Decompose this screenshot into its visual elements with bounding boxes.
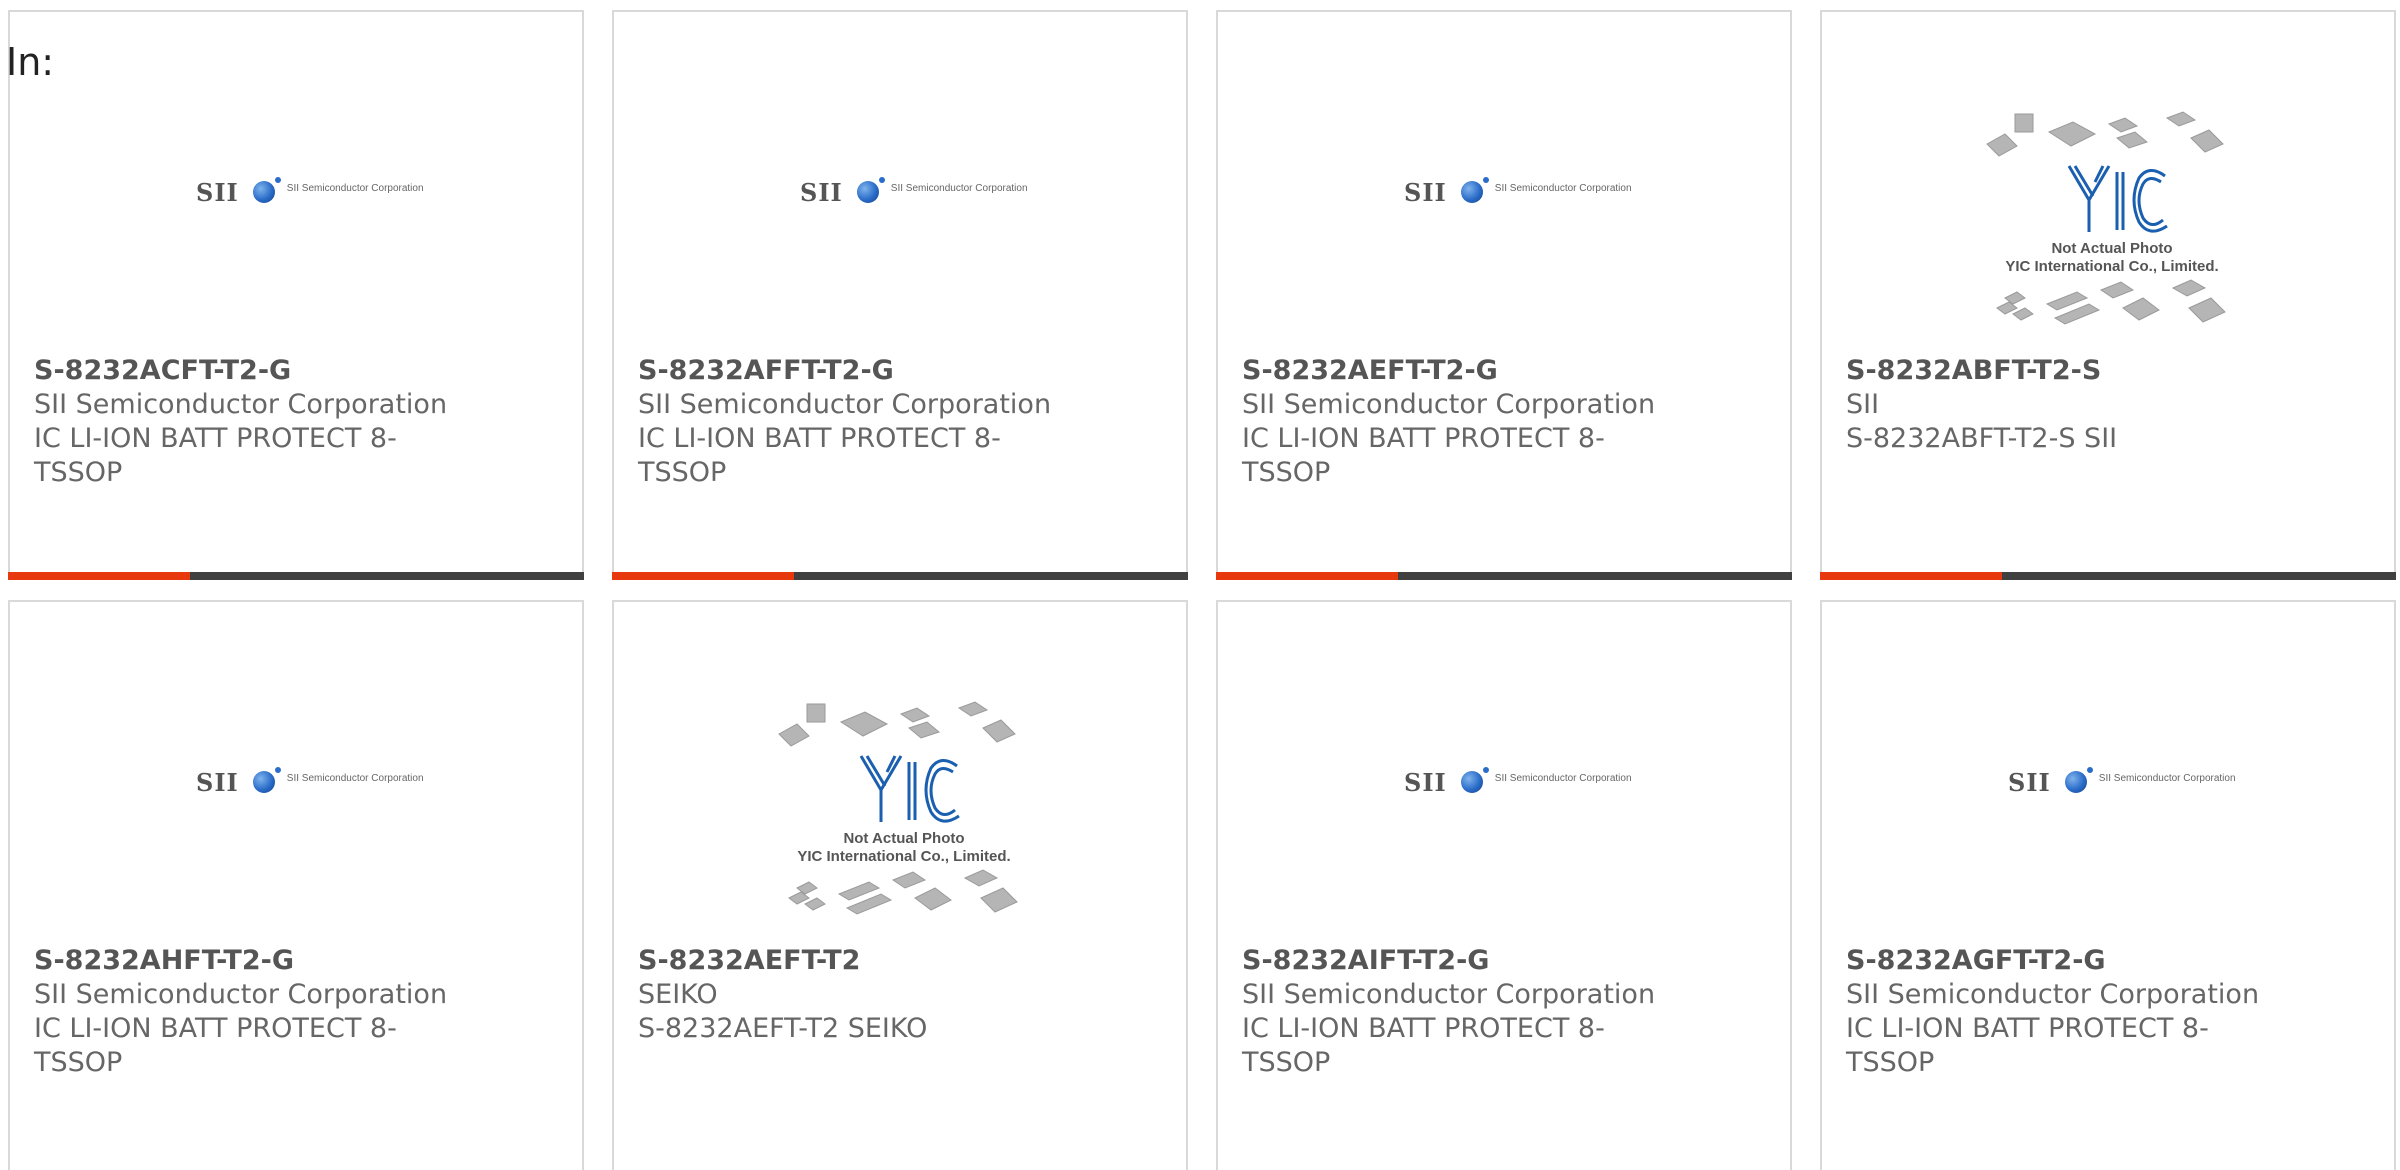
sii-logo: SII SII Semiconductor Corporation bbox=[1404, 177, 1632, 207]
card-accent-bar bbox=[8, 572, 190, 580]
description-line1: IC LI-ION BATT PROTECT 8- bbox=[1242, 423, 1605, 454]
globe-icon bbox=[2064, 767, 2093, 793]
description-line1: IC LI-ION BATT PROTECT 8- bbox=[1846, 1013, 2209, 1044]
globe-icon bbox=[252, 767, 281, 793]
product-card[interactable]: SII SII Semiconductor Corporation S-8232… bbox=[8, 600, 584, 1170]
product-card[interactable]: SII SII Semiconductor Corporation S-8232… bbox=[1216, 600, 1792, 1170]
sii-logo: SII SII Semiconductor Corporation bbox=[800, 177, 1028, 207]
card-accent-bar bbox=[612, 572, 794, 580]
manufacturer: SII Semiconductor Corporation bbox=[638, 389, 1052, 420]
part-number-link[interactable]: S-8232AEFT-T2-G bbox=[1242, 354, 1662, 388]
card-accent-bar bbox=[1216, 572, 1398, 580]
manufacturer: SII bbox=[1846, 389, 1880, 420]
manufacturer: SII Semiconductor Corporation bbox=[1242, 979, 1656, 1010]
part-number-link[interactable]: S-8232AFFT-T2-G bbox=[638, 354, 1058, 388]
product-image[interactable]: SII SII Semiconductor Corporation bbox=[1218, 602, 1790, 942]
description-line2: TSSOP bbox=[638, 457, 727, 488]
chip-package-icons bbox=[1986, 111, 2226, 325]
product-image[interactable]: Not Actual Photo YIC International Co., … bbox=[614, 602, 1186, 942]
product-image[interactable]: SII SII Semiconductor Corporation bbox=[1218, 12, 1790, 352]
card-bottom-bar bbox=[1820, 572, 2396, 580]
yic-placeholder-image: Not Actual Photo YIC International Co., … bbox=[1977, 92, 2247, 342]
product-image[interactable]: SII SII Semiconductor Corporation bbox=[10, 12, 582, 352]
card-bottom-bar bbox=[1216, 572, 1792, 580]
description-line1: S-8232AEFT-T2 SEIKO bbox=[638, 1013, 928, 1044]
product-card[interactable]: Not Actual Photo YIC International Co., … bbox=[612, 600, 1188, 1170]
manufacturer: SII Semiconductor Corporation bbox=[1242, 389, 1656, 420]
product-grid: SII SII Semiconductor Corporation S-8232… bbox=[0, 0, 2400, 1170]
part-number-link[interactable]: S-8232AEFT-T2 bbox=[638, 944, 1058, 978]
product-image[interactable]: Not Actual Photo YIC International Co., … bbox=[1822, 12, 2394, 352]
card-bottom-bar bbox=[612, 572, 1188, 580]
sii-logo: SII SII Semiconductor Corporation bbox=[2008, 767, 2236, 797]
globe-icon bbox=[252, 177, 281, 203]
product-card[interactable]: SII SII Semiconductor Corporation S-8232… bbox=[8, 10, 584, 580]
yic-caption-line1: Not Actual Photo bbox=[2051, 240, 2173, 257]
manufacturer: SEIKO bbox=[638, 979, 718, 1010]
card-bottom-bar bbox=[8, 572, 584, 580]
yic-caption-line2: YIC International Co., Limited. bbox=[797, 848, 1011, 865]
sii-logo: SII SII Semiconductor Corporation bbox=[196, 767, 424, 797]
yic-caption-line1: Not Actual Photo bbox=[843, 830, 965, 847]
description-line1: S-8232ABFT-T2-S SII bbox=[1846, 423, 2118, 454]
description-line2: TSSOP bbox=[1846, 1047, 1935, 1078]
description-line1: IC LI-ION BATT PROTECT 8- bbox=[638, 423, 1001, 454]
product-image[interactable]: SII SII Semiconductor Corporation bbox=[614, 12, 1186, 352]
product-card[interactable]: SII SII Semiconductor Corporation S-8232… bbox=[1820, 600, 2396, 1170]
card-accent-bar bbox=[1820, 572, 2002, 580]
description-line1: IC LI-ION BATT PROTECT 8- bbox=[34, 423, 397, 454]
yic-placeholder-image: Not Actual Photo YIC International Co., … bbox=[769, 682, 1039, 932]
product-card[interactable]: SII SII Semiconductor Corporation S-8232… bbox=[612, 10, 1188, 580]
product-card[interactable]: Not Actual Photo YIC International Co., … bbox=[1820, 10, 2396, 580]
globe-icon bbox=[856, 177, 885, 203]
part-number-link[interactable]: S-8232AGFT-T2-G bbox=[1846, 944, 2266, 978]
description-line2: TSSOP bbox=[34, 1047, 123, 1078]
globe-icon bbox=[1460, 177, 1489, 203]
description-line2: TSSOP bbox=[1242, 457, 1331, 488]
manufacturer: SII Semiconductor Corporation bbox=[34, 979, 448, 1010]
part-number-link[interactable]: S-8232ACFT-T2-G bbox=[34, 354, 454, 388]
part-number-link[interactable]: S-8232AHFT-T2-G bbox=[34, 944, 454, 978]
description-line1: IC LI-ION BATT PROTECT 8- bbox=[34, 1013, 397, 1044]
product-card[interactable]: SII SII Semiconductor Corporation S-8232… bbox=[1216, 10, 1792, 580]
product-image[interactable]: SII SII Semiconductor Corporation bbox=[10, 602, 582, 942]
sii-logo: SII SII Semiconductor Corporation bbox=[196, 177, 424, 207]
description-line2: TSSOP bbox=[1242, 1047, 1331, 1078]
manufacturer: SII Semiconductor Corporation bbox=[34, 389, 448, 420]
product-image[interactable]: SII SII Semiconductor Corporation bbox=[1822, 602, 2394, 942]
description-line1: IC LI-ION BATT PROTECT 8- bbox=[1242, 1013, 1605, 1044]
globe-icon bbox=[1460, 767, 1489, 793]
in-label: In: bbox=[6, 40, 55, 84]
chip-package-icons bbox=[778, 701, 1018, 915]
part-number-link[interactable]: S-8232ABFT-T2-S bbox=[1846, 354, 2266, 388]
part-number-link[interactable]: S-8232AIFT-T2-G bbox=[1242, 944, 1662, 978]
manufacturer: SII Semiconductor Corporation bbox=[1846, 979, 2260, 1010]
sii-logo: SII SII Semiconductor Corporation bbox=[1404, 767, 1632, 797]
yic-caption-line2: YIC International Co., Limited. bbox=[2005, 258, 2219, 275]
description-line2: TSSOP bbox=[34, 457, 123, 488]
